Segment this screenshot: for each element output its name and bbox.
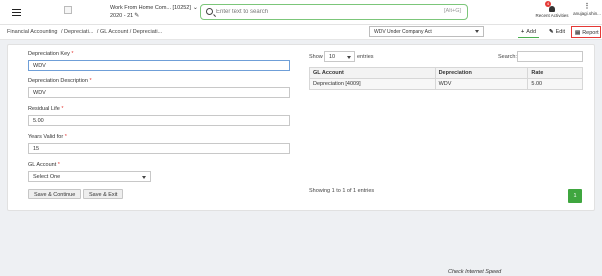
caret-down-icon — [347, 56, 351, 59]
company-selector[interactable]: Work From Home Com... [10252] ⌄ 2020 - 21… — [110, 4, 198, 20]
gl-account-label: GL Account * — [28, 162, 60, 168]
table-cell: 5.00 — [527, 78, 583, 90]
more-vertical-icon: ⋮ — [583, 3, 591, 10]
save-exit-button[interactable]: Save & Exit — [83, 189, 124, 199]
entries-per-page-select[interactable]: 10 — [324, 51, 355, 62]
user-menu[interactable]: ⋮ anujagi.shin... — [572, 3, 602, 16]
depreciation-key-label: Depreciation Key * — [28, 51, 74, 57]
chevron-down-icon: ⌄ — [192, 5, 198, 11]
caret-down-icon — [475, 30, 479, 33]
column-header-rate[interactable]: Rate — [527, 67, 583, 79]
check-internet-speed-link[interactable]: Check Internet Speed — [448, 269, 501, 275]
user-name: anujagi.shin... — [573, 11, 601, 16]
recent-activities-button[interactable]: Recent Activities — [534, 3, 570, 18]
years-valid-label: Years Valid for * — [28, 134, 67, 140]
gl-account-value: Select One — [33, 174, 61, 180]
table-search-label: Search: — [498, 54, 517, 60]
sub-header: Financial Accounting / Depreciati... / G… — [0, 25, 602, 40]
depreciation-form-card: Depreciation Key * Depreciation Descript… — [7, 44, 595, 211]
caret-down-icon — [142, 176, 146, 179]
table-row[interactable]: Depreciation [4009] WDV 5.00 — [309, 78, 583, 90]
breadcrumb: Financial Accounting / Depreciati... / G… — [7, 29, 164, 35]
report-button[interactable]: ▤ Report — [571, 26, 601, 38]
depreciation-key-input[interactable] — [28, 60, 290, 71]
entries-per-page-value: 10 — [329, 54, 336, 60]
column-header-depreciation[interactable]: Depreciation — [434, 67, 529, 79]
gl-account-table: GL Account Depreciation Rate Depreciatio… — [309, 67, 583, 90]
table-search-input[interactable] — [517, 51, 583, 62]
table-cell: Depreciation [4009] — [309, 78, 436, 90]
global-search: [Alt+G] — [200, 4, 468, 20]
add-label: Add — [526, 29, 537, 35]
plus-icon: + — [521, 29, 525, 35]
search-shortcut: [Alt+G] — [444, 8, 461, 14]
entries-label: entries — [357, 54, 374, 60]
report-icon: ▤ — [575, 30, 581, 36]
depreciation-method-select[interactable]: WDV Under Company Act — [369, 26, 484, 37]
column-header-gl-account[interactable]: GL Account — [309, 67, 436, 79]
edit-icon[interactable]: ✎ — [134, 13, 139, 19]
company-name: Work From Home Com... [10252] — [110, 5, 191, 11]
menu-icon[interactable] — [12, 9, 21, 16]
depreciation-description-label: Depreciation Description * — [28, 78, 92, 84]
notification-badge: 4 — [545, 1, 551, 7]
bell-icon — [549, 6, 555, 12]
edit-button[interactable]: ✎ Edit — [546, 26, 568, 38]
recent-activities-label: Recent Activities — [535, 13, 569, 18]
pencil-icon: ✎ — [549, 29, 554, 35]
search-icon — [206, 8, 213, 15]
table-header-row: GL Account Depreciation Rate — [309, 67, 583, 79]
table-cell: WDV — [434, 78, 529, 90]
add-button[interactable]: + Add — [518, 26, 540, 38]
gl-account-select[interactable]: Select One — [28, 171, 151, 182]
save-continue-button[interactable]: Save & Continue — [28, 189, 82, 199]
financial-year: 2020 - 21 — [110, 13, 134, 19]
report-label: Report — [582, 30, 599, 36]
table-info: Showing 1 to 1 of 1 entries — [309, 188, 375, 194]
depreciation-method-value: WDV Under Company Act — [374, 29, 432, 35]
breadcrumb-item[interactable]: Financial Accounting — [7, 29, 57, 35]
residual-life-input[interactable] — [28, 115, 290, 126]
breadcrumb-item: / GL Account / Depreciati... — [96, 29, 163, 35]
search-input[interactable] — [216, 6, 431, 18]
breadcrumb-item[interactable]: / Depreciati... — [61, 29, 93, 35]
residual-life-label: Residual Life * — [28, 106, 64, 112]
edit-label: Edit — [555, 29, 566, 35]
years-valid-input[interactable] — [28, 143, 290, 154]
depreciation-description-input[interactable] — [28, 87, 290, 98]
top-header: Work From Home Com... [10252] ⌄ 2020 - 21… — [0, 0, 602, 25]
company-logo — [64, 6, 72, 14]
page-button[interactable]: 1 — [568, 189, 582, 203]
show-label: Show — [309, 54, 323, 60]
